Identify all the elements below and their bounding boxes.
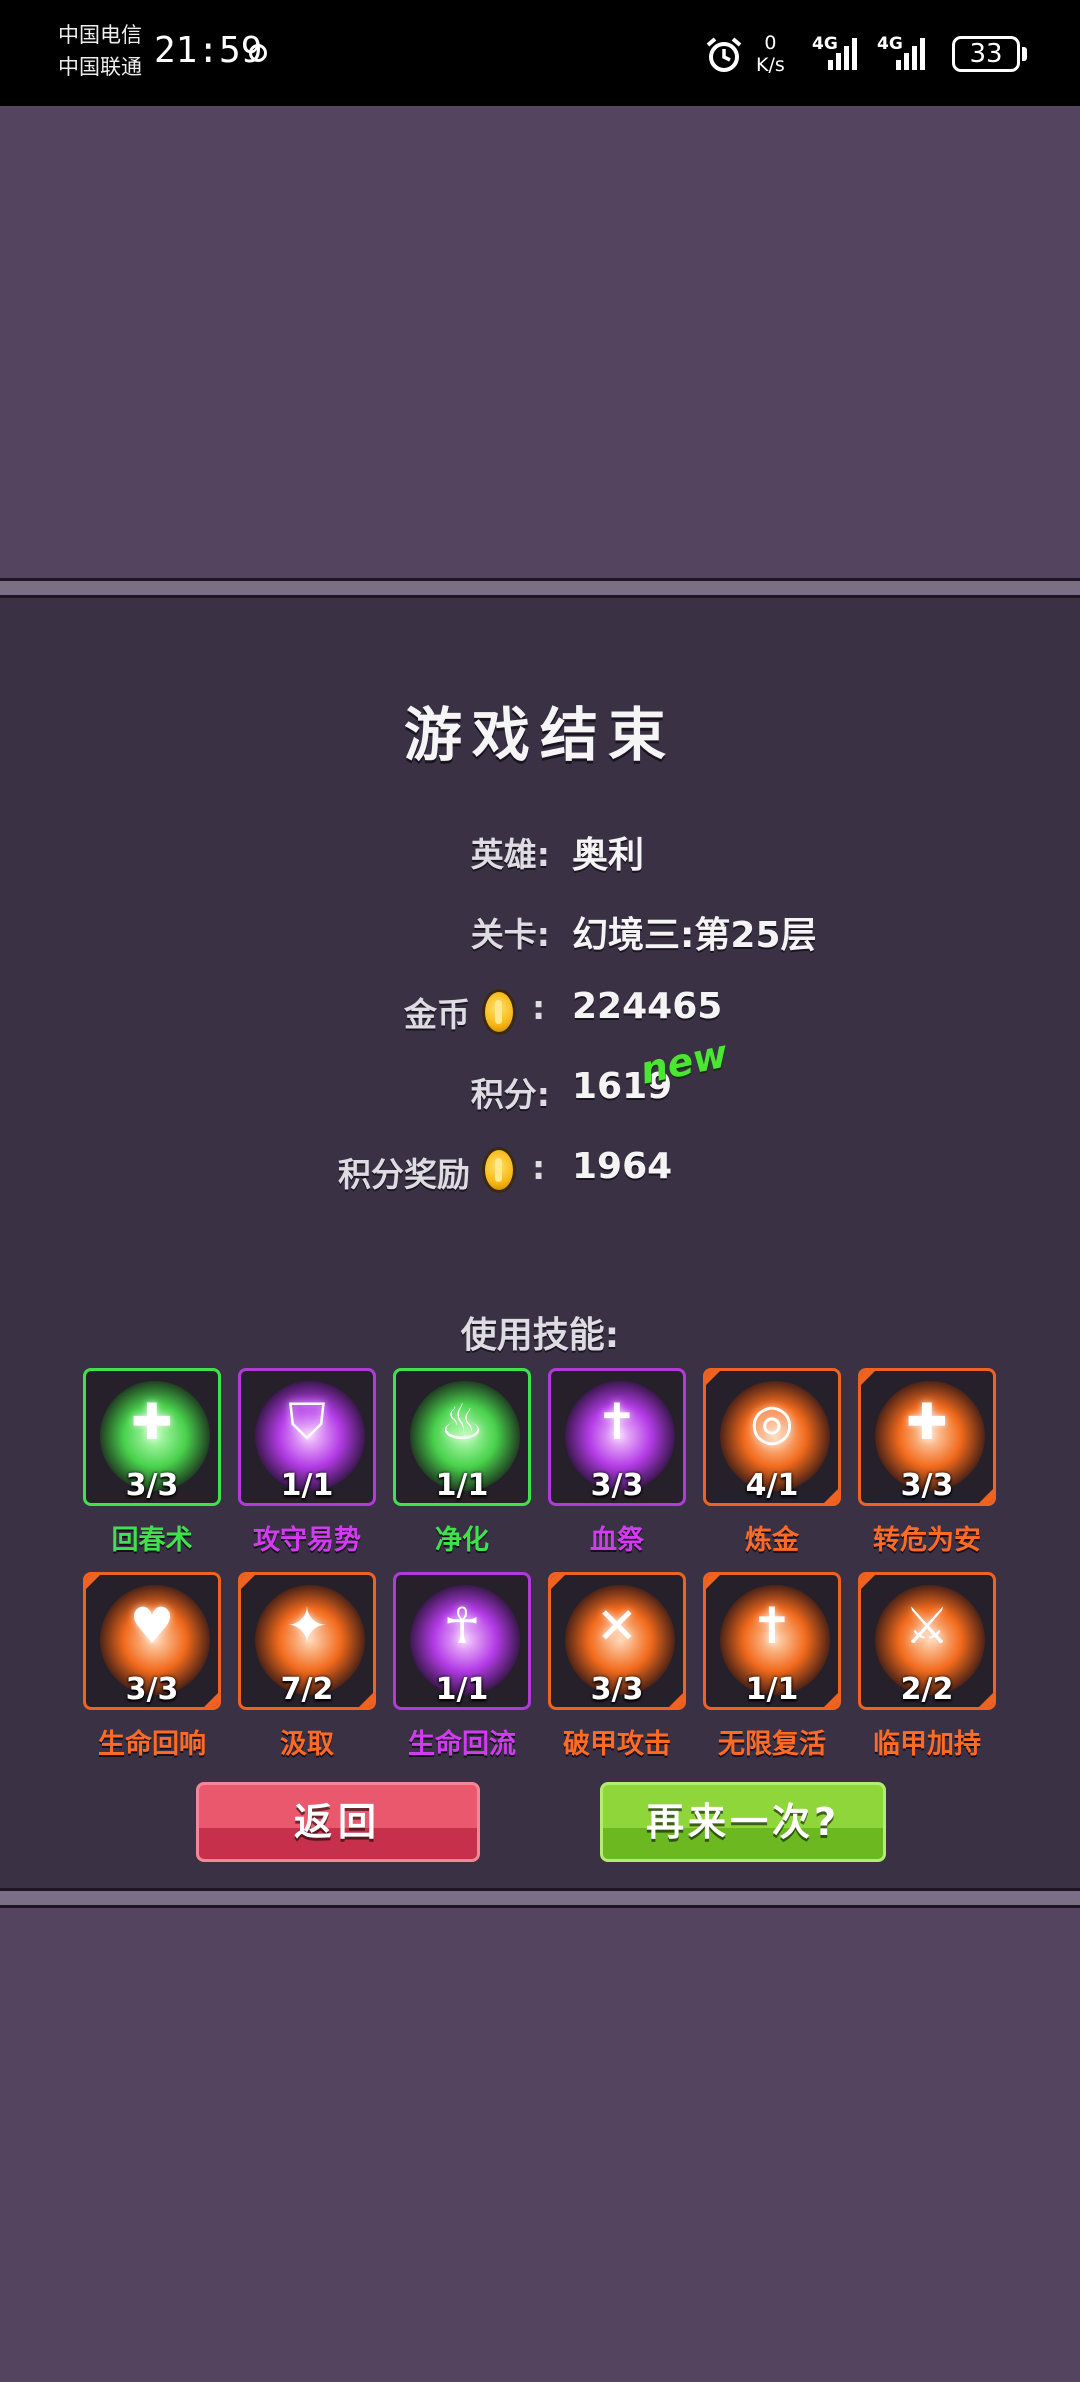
- skill-name: 炼金: [745, 1525, 799, 1556]
- score-label: 积分:: [470, 1075, 550, 1114]
- alarm-clock-icon: [706, 37, 742, 72]
- skill-slot-linjiajiachi[interactable]: ⚔ 2/2: [858, 1572, 996, 1710]
- gold-coin-icon: [482, 989, 516, 1035]
- level-value: 幻境三:第25层: [572, 915, 817, 956]
- skill-slot-shengminghuixiang[interactable]: ♥ 3/3: [83, 1572, 221, 1710]
- reward-colon: :: [532, 1148, 546, 1187]
- skill-name: 血祭: [590, 1525, 644, 1556]
- skill-count: 1/1: [435, 1672, 489, 1707]
- drain-figure-icon: ✦: [286, 1597, 328, 1655]
- skill-name: 临甲加持: [873, 1729, 981, 1760]
- network-speed: 0 K/s: [756, 32, 785, 76]
- skill-slot-lianjin[interactable]: ◎ 4/1: [703, 1368, 841, 1506]
- panel-border-top: [0, 578, 1080, 598]
- skill-name: 净化: [435, 1525, 489, 1556]
- skill-name: 攻守易势: [253, 1525, 361, 1556]
- gold-colon: :: [532, 988, 546, 1027]
- shield-swap-icon: ⛉: [288, 1393, 326, 1451]
- armor-runner-icon: ⚔: [904, 1597, 950, 1655]
- escape-runner-icon: ✚: [906, 1393, 948, 1451]
- pierce-strike-icon: ✕: [596, 1597, 638, 1655]
- flex-arm-icon: ♥: [129, 1597, 175, 1655]
- skill-count: 1/1: [435, 1468, 489, 1503]
- skill-count: 3/3: [590, 1468, 644, 1503]
- gold-value: 224465: [572, 986, 723, 1027]
- panel-border-bottom: [0, 1888, 1080, 1908]
- skill-count: 3/3: [590, 1672, 644, 1707]
- skill-count: 7/2: [280, 1672, 334, 1707]
- carrier-label-1: 中国电信: [58, 23, 142, 47]
- skill-name: 回春术: [111, 1525, 193, 1556]
- revive-cross-icon: ✝: [751, 1597, 793, 1655]
- skill-count: 1/1: [745, 1672, 799, 1707]
- alchemy-target-icon: ◎: [750, 1393, 794, 1451]
- skill-name: 生命回流: [408, 1729, 516, 1760]
- skill-count: 2/2: [900, 1672, 954, 1707]
- level-label: 关卡:: [470, 915, 550, 954]
- skill-slot-jiqu[interactable]: ✦ 7/2: [238, 1572, 376, 1710]
- hero-label: 英雄:: [470, 835, 550, 874]
- purify-flame-icon: ♨: [439, 1393, 485, 1451]
- back-button[interactable]: 返回: [196, 1782, 480, 1862]
- battery-tip: [1022, 47, 1027, 61]
- status-bar: 中国电信 中国联通 21:59 0 K/s 4G 4G 33: [0, 0, 1080, 106]
- battery-indicator: 33: [952, 36, 1020, 72]
- signal-bars-icon: [828, 38, 857, 70]
- network-speed-value: 0: [764, 32, 777, 54]
- sync-ring-icon: [249, 44, 267, 62]
- skill-name: 汲取: [280, 1729, 334, 1760]
- skill-slot-xueji[interactable]: ✝ 3/3: [548, 1368, 686, 1506]
- network-speed-unit: K/s: [756, 54, 785, 76]
- gold-coin-icon: [482, 1147, 516, 1193]
- skill-name: 无限复活: [718, 1729, 826, 1760]
- skill-slot-huichunshu[interactable]: ✚ 3/3: [83, 1368, 221, 1506]
- skill-name: 转危为安: [873, 1525, 981, 1556]
- gold-label: 金币: [404, 995, 470, 1034]
- skill-count: 3/3: [125, 1468, 179, 1503]
- hero-value: 奥利: [572, 835, 645, 876]
- signal-bars-icon: [896, 38, 925, 70]
- game-over-title: 游戏结束: [403, 701, 676, 769]
- skills-heading: 使用技能:: [460, 1315, 620, 1356]
- skill-slot-zhuanweiweian[interactable]: ✚ 3/3: [858, 1368, 996, 1506]
- skill-count: 1/1: [280, 1468, 334, 1503]
- reward-value: 1964: [572, 1146, 673, 1187]
- skill-name: 破甲攻击: [563, 1729, 671, 1760]
- heal-plus-icon: ✚: [131, 1393, 173, 1451]
- skill-slot-shengminghuiliu[interactable]: ☥ 1/1: [393, 1572, 531, 1710]
- retry-button[interactable]: 再来一次?: [600, 1782, 886, 1862]
- skill-count: 4/1: [745, 1468, 799, 1503]
- skill-count: 3/3: [125, 1672, 179, 1707]
- skill-slot-jinghua[interactable]: ♨ 1/1: [393, 1368, 531, 1506]
- clock: 21:59: [154, 30, 263, 71]
- reward-label: 积分奖励: [338, 1155, 470, 1194]
- skill-name: 生命回响: [98, 1729, 206, 1760]
- blood-drop-icon: ✝: [596, 1393, 638, 1451]
- skill-slot-gongshouyishi[interactable]: ⛉ 1/1: [238, 1368, 376, 1506]
- skill-slot-wuxianfuhuo[interactable]: ✝ 1/1: [703, 1572, 841, 1710]
- spirit-figure-icon: ☥: [443, 1597, 481, 1655]
- skill-slot-pojiagongji[interactable]: ✕ 3/3: [548, 1572, 686, 1710]
- carrier-label-2: 中国联通: [58, 55, 142, 79]
- skill-count: 3/3: [900, 1468, 954, 1503]
